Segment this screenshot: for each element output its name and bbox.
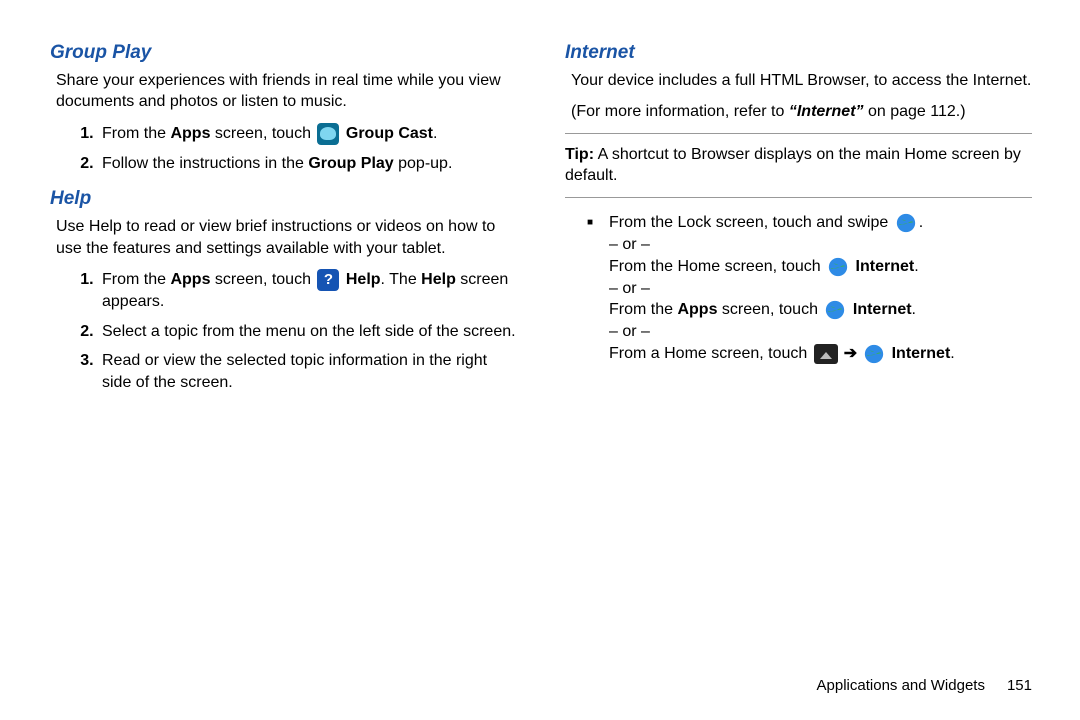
help-intro: Use Help to read or view brief instructi… [56,216,517,259]
page-footer: Applications and Widgets 151 [817,677,1032,694]
arrow-icon: ➔ [844,345,857,362]
heading-group-play: Group Play [50,40,517,66]
heading-internet: Internet [565,40,1032,66]
groupplay-step1: From the Apps screen, touch Group Cast. [98,123,517,145]
help-step2: Select a topic from the menu on the left… [98,321,517,343]
globe-icon [824,299,846,321]
page-number: 151 [1007,677,1032,694]
tip-box: Tip: A shortcut to Browser displays on t… [565,133,1032,198]
help-icon: ? [317,269,339,291]
internet-reference: (For more information, refer to “Interne… [571,101,1032,123]
groupplay-intro: Share your experiences with friends in r… [56,70,517,113]
groupplay-step2: Follow the instructions in the Group Pla… [98,153,517,175]
globe-icon [895,212,917,234]
apps-drawer-icon [814,344,838,364]
internet-intro: Your device includes a full HTML Browser… [571,70,1032,92]
globe-icon [827,256,849,278]
groupcast-icon [317,123,339,145]
help-step1: From the Apps screen, touch ? Help. The … [98,269,517,313]
internet-bullet: From the Lock screen, touch and swipe . … [609,212,1032,365]
globe-icon [863,343,885,365]
footer-section: Applications and Widgets [817,677,985,694]
help-step3: Read or view the selected topic informat… [98,350,517,393]
heading-help: Help [50,186,517,212]
